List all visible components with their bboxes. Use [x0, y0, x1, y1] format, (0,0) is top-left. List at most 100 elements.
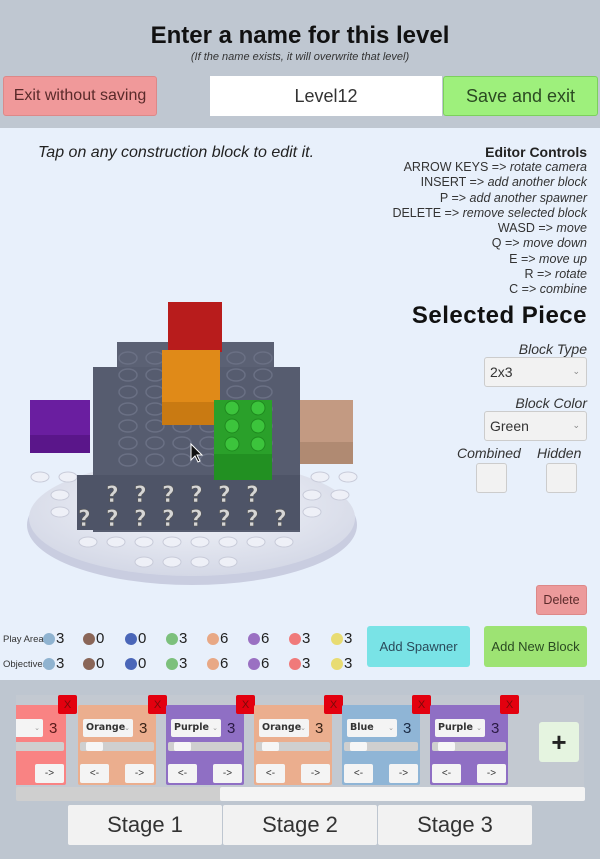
spawner-slider[interactable] — [16, 742, 64, 751]
move-left-button[interactable]: <- — [168, 764, 197, 783]
spawner-strip[interactable]: ⌄ 3 -> X Orange ⌄ 3 <- -> X Purple ⌄ 3 <- -> X Orange ⌄ 3 <… — [16, 695, 584, 800]
red-block[interactable] — [168, 302, 222, 352]
move-right-button[interactable]: -> — [389, 764, 418, 783]
hidden-label: Hidden — [537, 445, 582, 461]
hidden-checkbox[interactable] — [546, 463, 577, 493]
count-value: 3 — [302, 630, 311, 647]
question-mark-icon: ? — [134, 507, 147, 532]
remove-spawner-button[interactable]: X — [148, 695, 167, 714]
chevron-down-icon: ⌄ — [572, 420, 580, 430]
color-dot-icon — [83, 657, 95, 670]
remove-spawner-button[interactable]: X — [58, 695, 77, 714]
spawner-slider-handle[interactable] — [437, 742, 455, 751]
baseplate-stud — [310, 471, 330, 483]
color-count: 3 — [43, 655, 64, 672]
color-dot-icon — [331, 632, 343, 645]
stage-2-button[interactable]: Stage 2 — [223, 805, 377, 845]
objectives-label: Objectives — [3, 659, 48, 670]
move-right-button[interactable]: -> — [125, 764, 154, 783]
play-area-label: Play Area — [3, 634, 44, 645]
baseplate-stud — [50, 489, 70, 501]
spawner-scrollbar[interactable] — [16, 787, 586, 801]
spawner-color-dropdown[interactable]: Orange ⌄ — [259, 719, 309, 737]
spawner-color-value: Purple — [438, 722, 473, 733]
color-count: 3 — [331, 630, 352, 647]
spawner-slider-handle[interactable] — [173, 742, 191, 751]
question-mark-icon: ? — [162, 483, 175, 508]
delete-button[interactable]: Delete — [536, 585, 587, 615]
baseplate-stud — [274, 536, 294, 548]
spawner-count: 3 — [49, 720, 58, 737]
spawner-slider[interactable] — [432, 742, 506, 751]
spawner-slider[interactable] — [344, 742, 418, 751]
spawner-color-dropdown[interactable]: Purple ⌄ — [171, 719, 221, 737]
exit-without-saving-button[interactable]: Exit without saving — [3, 76, 157, 116]
baseplate-stud — [218, 536, 238, 548]
remove-spawner-button[interactable]: X — [236, 695, 255, 714]
remove-spawner-button[interactable]: X — [412, 695, 431, 714]
color-count: 6 — [207, 655, 228, 672]
stage-1-button[interactable]: Stage 1 — [68, 805, 222, 845]
color-dot-icon — [166, 657, 178, 670]
move-right-button[interactable]: -> — [35, 764, 64, 783]
spawner-slider-handle[interactable] — [349, 742, 367, 751]
color-count: 3 — [43, 630, 64, 647]
spawner-color-dropdown[interactable]: Purple ⌄ — [435, 719, 485, 737]
color-dot-icon — [289, 632, 301, 645]
combined-checkbox[interactable] — [476, 463, 507, 493]
chevron-down-icon: ⌄ — [124, 724, 130, 732]
spawner-slider[interactable] — [80, 742, 154, 751]
control-line: DELETE => remove selected block — [392, 205, 587, 220]
spawner-color-dropdown[interactable]: Orange ⌄ — [83, 719, 133, 737]
move-left-button[interactable]: <- — [432, 764, 461, 783]
save-and-exit-button[interactable]: Save and exit — [443, 76, 598, 116]
color-dot-icon — [125, 632, 137, 645]
color-count: 6 — [248, 655, 269, 672]
question-mark-icon: ? — [218, 483, 231, 508]
add-spawner-button[interactable]: Add Spawner — [367, 626, 470, 667]
count-value: 3 — [344, 655, 353, 672]
baseplate-stud — [190, 556, 210, 568]
spawner-slider[interactable] — [168, 742, 242, 751]
move-left-button[interactable]: <- — [344, 764, 373, 783]
spawner-count: 3 — [315, 720, 324, 737]
color-dot-icon — [166, 632, 178, 645]
spawner-count: 3 — [403, 720, 412, 737]
question-mark-icon: ? — [218, 507, 231, 532]
move-left-button[interactable]: <- — [256, 764, 285, 783]
spawner-color-dropdown[interactable]: Blue ⌄ — [347, 719, 397, 737]
construction-viewport[interactable]: ?????????????? — [0, 290, 390, 590]
remove-spawner-button[interactable]: X — [324, 695, 343, 714]
block-type-dropdown[interactable]: 2x3 ⌄ — [484, 357, 587, 387]
spawner-slider-handle[interactable] — [261, 742, 279, 751]
move-right-button[interactable]: -> — [477, 764, 506, 783]
count-value: 0 — [138, 655, 147, 672]
purple-block-side — [30, 435, 90, 453]
page-subtitle: (If the name exists, it will overwrite t… — [190, 51, 410, 63]
chevron-down-icon: ⌄ — [300, 724, 306, 732]
add-new-block-button[interactable]: Add New Block — [484, 626, 587, 667]
stage-3-button[interactable]: Stage 3 — [378, 805, 532, 845]
editor-controls-title: Editor Controls — [485, 144, 587, 160]
block-color-dropdown[interactable]: Green ⌄ — [484, 411, 587, 441]
move-right-button[interactable]: -> — [301, 764, 330, 783]
chevron-down-icon: ⌄ — [34, 724, 40, 732]
move-left-button[interactable]: <- — [80, 764, 109, 783]
tan-block-side — [300, 442, 353, 464]
move-right-button[interactable]: -> — [213, 764, 242, 783]
count-value: 3 — [302, 655, 311, 672]
count-value: 3 — [179, 630, 188, 647]
color-dot-icon — [289, 657, 301, 670]
combined-label: Combined — [457, 445, 521, 461]
spawner-slider[interactable] — [256, 742, 330, 751]
add-stage-spawner-button[interactable]: + — [539, 722, 579, 762]
remove-spawner-button[interactable]: X — [500, 695, 519, 714]
baseplate-stud — [162, 556, 182, 568]
spawner-slider-handle[interactable] — [85, 742, 103, 751]
level-name-input[interactable] — [210, 76, 442, 116]
count-value: 0 — [138, 630, 147, 647]
spawner-scrollbar-thumb[interactable] — [220, 787, 586, 801]
spawner-color-dropdown[interactable]: ⌄ — [16, 719, 43, 737]
count-value: 0 — [96, 630, 105, 647]
color-count: 3 — [166, 630, 187, 647]
